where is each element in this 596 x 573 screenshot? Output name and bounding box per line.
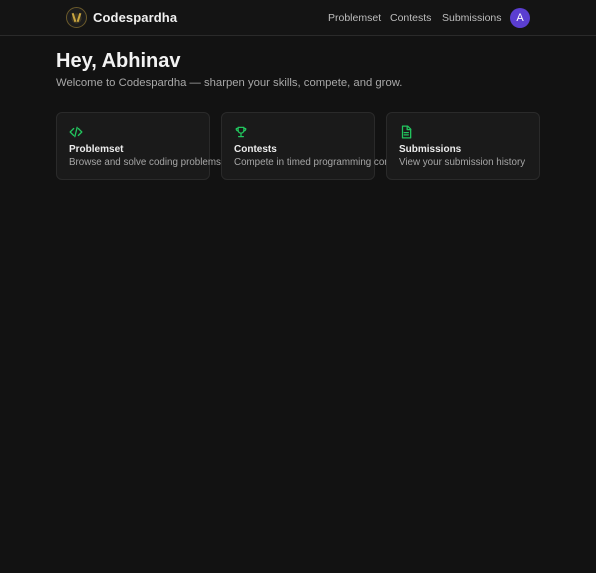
contests-card-title: Contests <box>234 144 277 155</box>
trophy-icon <box>235 126 247 138</box>
submissions-card[interactable]: Submissions View your submission history <box>386 112 540 180</box>
contests-card[interactable]: Contests Compete in timed programming co… <box>221 112 410 180</box>
contests-card-description: Compete in timed programming contests <box>234 157 411 168</box>
codespardha-logo-icon <box>66 7 87 28</box>
problemset-card-description: Browse and solve coding problems <box>69 157 221 168</box>
submissions-card-description: View your submission history <box>399 157 526 168</box>
brand-link[interactable]: Codespardha <box>66 7 177 28</box>
page-greeting: Hey, Abhinav <box>56 50 181 72</box>
page-subtitle: Welcome to Codespardha — sharpen your sk… <box>56 77 403 89</box>
submissions-card-title: Submissions <box>399 144 462 155</box>
brand-name: Codespardha <box>93 10 178 25</box>
nav-contests-link[interactable]: Contests <box>390 12 431 24</box>
nav-submissions-link[interactable]: Submissions <box>442 12 502 24</box>
document-icon <box>401 125 412 139</box>
user-avatar[interactable]: A <box>510 8 530 28</box>
top-navbar: Codespardha Problemset Contests Submissi… <box>0 0 596 36</box>
code-icon <box>69 126 83 138</box>
nav-problemset-link[interactable]: Problemset <box>328 12 381 24</box>
problemset-card[interactable]: Problemset Browse and solve coding probl… <box>56 112 221 180</box>
problemset-card-title: Problemset <box>69 144 124 155</box>
